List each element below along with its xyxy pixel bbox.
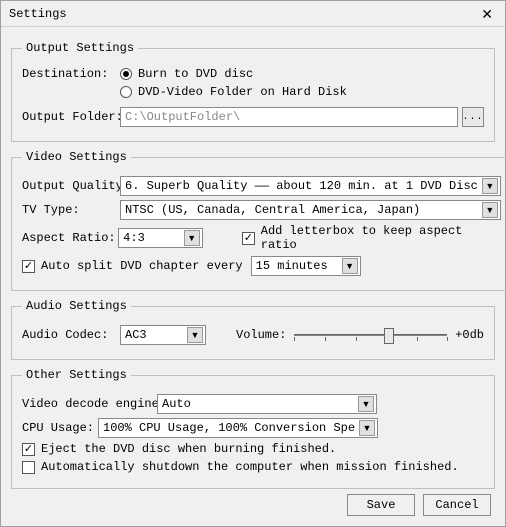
check-icon: ✓ <box>22 260 35 273</box>
save-button[interactable]: Save <box>347 494 415 516</box>
destination-label: Destination: <box>22 67 120 81</box>
auto-shutdown-checkbox[interactable]: Automatically shutdown the computer when… <box>22 460 459 474</box>
letterbox-label: Add letterbox to keep aspect ratio <box>261 224 501 252</box>
autosplit-label: Auto split DVD chapter every <box>41 259 243 273</box>
footer: Save Cancel <box>347 494 491 516</box>
audio-codec-label: Audio Codec: <box>22 328 120 342</box>
checkbox-icon <box>22 461 35 474</box>
chevron-down-icon: ▼ <box>184 230 200 246</box>
volume-slider[interactable] <box>294 325 447 345</box>
other-settings-group: Other Settings Video decode engine: Auto… <box>11 368 495 489</box>
volume-label: Volume: <box>236 328 286 342</box>
chevron-down-icon: ▼ <box>482 202 498 218</box>
auto-shutdown-label: Automatically shutdown the computer when… <box>41 460 459 474</box>
chevron-down-icon: ▼ <box>342 258 358 274</box>
window-title: Settings <box>9 7 67 21</box>
radio-icon <box>120 68 132 80</box>
output-folder-label: Output Folder: <box>22 110 120 124</box>
autosplit-interval-select[interactable]: 15 minutes ▼ <box>251 256 361 276</box>
tv-type-select[interactable]: NTSC (US, Canada, Central America, Japan… <box>120 200 501 220</box>
letterbox-checkbox[interactable]: ✓ Add letterbox to keep aspect ratio <box>242 224 501 252</box>
aspect-ratio-label: Aspect Ratio: <box>22 231 118 245</box>
tv-type-label: TV Type: <box>22 203 120 217</box>
check-icon: ✓ <box>242 232 255 245</box>
settings-window: Settings ✕ Output Settings Destination: … <box>0 0 506 527</box>
output-settings-legend: Output Settings <box>22 41 138 55</box>
browse-button[interactable]: ... <box>462 107 484 127</box>
check-icon: ✓ <box>22 443 35 456</box>
chevron-down-icon: ▼ <box>482 178 498 194</box>
aspect-ratio-select[interactable]: 4:3 ▼ <box>118 228 203 248</box>
chevron-down-icon: ▼ <box>187 327 203 343</box>
chevron-down-icon: ▼ <box>358 396 374 412</box>
volume-db-label: +0db <box>455 328 484 342</box>
destination-folder-label: DVD-Video Folder on Hard Disk <box>138 85 347 99</box>
video-decode-engine-select[interactable]: Auto ▼ <box>157 394 377 414</box>
output-quality-label: Output Quality: <box>22 179 120 193</box>
audio-codec-select[interactable]: AC3 ▼ <box>120 325 206 345</box>
other-settings-legend: Other Settings <box>22 368 131 382</box>
video-settings-legend: Video Settings <box>22 150 131 164</box>
video-settings-group: Video Settings Output Quality: 6. Superb… <box>11 150 506 291</box>
autosplit-checkbox[interactable]: ✓ Auto split DVD chapter every <box>22 259 243 273</box>
titlebar: Settings ✕ <box>1 1 505 27</box>
radio-icon <box>120 86 132 98</box>
cpu-usage-label: CPU Usage: <box>22 421 98 435</box>
close-icon[interactable]: ✕ <box>477 7 497 21</box>
video-decode-engine-label: Video decode engine: <box>22 397 157 411</box>
eject-disc-checkbox[interactable]: ✓ Eject the DVD disc when burning finish… <box>22 442 336 456</box>
audio-settings-legend: Audio Settings <box>22 299 131 313</box>
eject-disc-label: Eject the DVD disc when burning finished… <box>41 442 336 456</box>
content: Output Settings Destination: Burn to DVD… <box>1 27 505 499</box>
destination-folder-radio[interactable]: DVD-Video Folder on Hard Disk <box>120 85 347 99</box>
audio-settings-group: Audio Settings Audio Codec: AC3 ▼ Volume… <box>11 299 495 360</box>
cpu-usage-select[interactable]: 100% CPU Usage, 100% Conversion Speed ▼ <box>98 418 378 438</box>
output-quality-select[interactable]: 6. Superb Quality —— about 120 min. at 1… <box>120 176 501 196</box>
chevron-down-icon: ▼ <box>359 420 375 436</box>
destination-burn-label: Burn to DVD disc <box>138 67 253 81</box>
output-settings-group: Output Settings Destination: Burn to DVD… <box>11 41 495 142</box>
output-folder-input[interactable]: C:\OutputFolder\ <box>120 107 458 127</box>
destination-burn-radio[interactable]: Burn to DVD disc <box>120 67 253 81</box>
cancel-button[interactable]: Cancel <box>423 494 491 516</box>
